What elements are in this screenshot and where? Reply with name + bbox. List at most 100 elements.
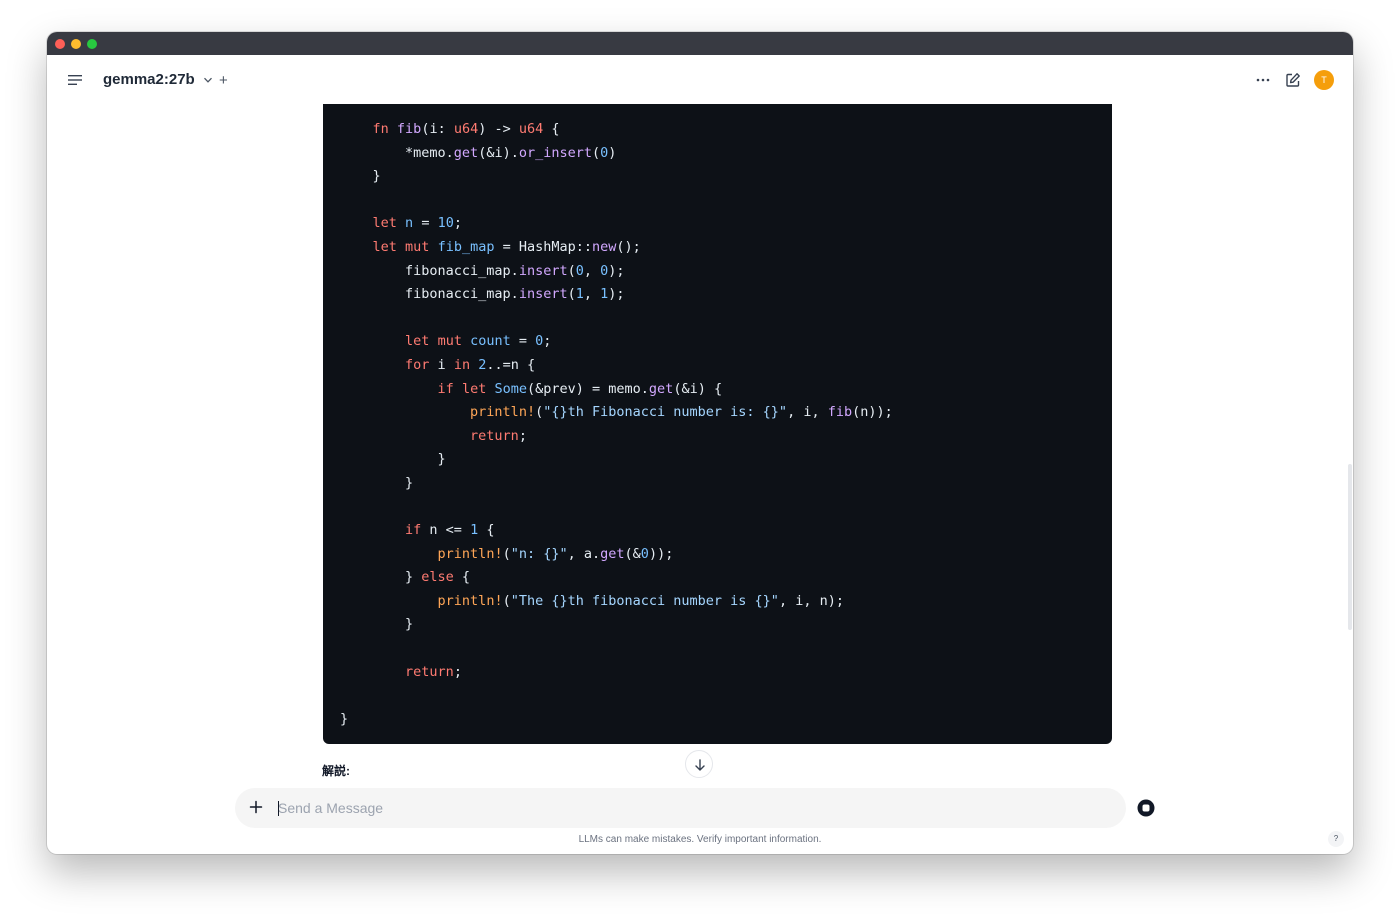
code-token: , a. xyxy=(567,545,601,562)
scrollbar-thumb[interactable] xyxy=(1348,464,1352,630)
code-token: for xyxy=(405,356,430,373)
code-token: fib_map xyxy=(437,238,495,255)
code-content: fn fib(i: u64) -> u64 { *memo.get(&i).or… xyxy=(340,118,893,731)
code-token: ) xyxy=(608,144,617,161)
code-token: get xyxy=(453,144,479,161)
chevron-down-icon[interactable] xyxy=(203,75,213,85)
more-horizontal-icon[interactable] xyxy=(1255,75,1271,85)
model-selector[interactable]: gemma2:27b xyxy=(103,71,195,88)
code-token: { xyxy=(478,522,495,539)
menu-icon[interactable] xyxy=(68,74,84,86)
code-token: count xyxy=(470,333,511,350)
code-token: ( xyxy=(591,144,601,161)
code-token: println! xyxy=(437,545,503,562)
text-caret xyxy=(278,801,279,816)
user-avatar[interactable]: T xyxy=(1314,70,1334,90)
code-token: = xyxy=(413,215,438,232)
code-token: , i, n); xyxy=(778,592,844,609)
code-token: Some xyxy=(494,380,527,397)
code-token: } xyxy=(340,710,349,727)
code-line: } xyxy=(340,708,893,732)
plus-icon[interactable] xyxy=(249,800,263,814)
code-token: "{}th Fibonacci number is: {}" xyxy=(543,404,788,421)
code-token: { xyxy=(453,569,471,586)
window-titlebar xyxy=(47,32,1353,55)
code-token: ; xyxy=(453,215,462,232)
code-line: let n = 10; xyxy=(340,212,893,236)
code-token: println! xyxy=(470,404,536,421)
code-token: or_insert xyxy=(518,144,592,161)
code-token: ) -> xyxy=(478,121,519,137)
code-line: return; xyxy=(340,425,893,449)
code-token: (&i). xyxy=(478,144,519,161)
code-line: for i in 2..=n { xyxy=(340,354,893,378)
code-token: i xyxy=(429,356,454,373)
edit-icon[interactable] xyxy=(1285,72,1301,88)
scroll-to-bottom-button[interactable] xyxy=(685,750,713,778)
code-token: in xyxy=(453,356,471,373)
code-token: 10 xyxy=(437,215,454,232)
help-button[interactable]: ? xyxy=(1328,831,1344,847)
code-token: 0 xyxy=(575,262,584,279)
code-line: } xyxy=(340,613,893,637)
code-line: } else { xyxy=(340,566,893,590)
code-token: let xyxy=(405,333,430,350)
code-token: } xyxy=(340,616,414,633)
code-token: if xyxy=(405,522,422,539)
code-line: } xyxy=(340,472,893,496)
code-line: *memo.get(&i).or_insert(0) xyxy=(340,142,893,166)
code-line: let mut count = 0; xyxy=(340,330,893,354)
code-token: } xyxy=(340,474,414,491)
message-input[interactable] xyxy=(278,796,1098,820)
add-model-button[interactable]: + xyxy=(219,72,228,89)
code-token: new xyxy=(592,238,617,255)
code-token: "The {}th fibonacci number is {}" xyxy=(510,592,779,609)
disclaimer-text: LLMs can make mistakes. Verify important… xyxy=(578,834,822,845)
code-token: let xyxy=(372,238,397,255)
code-token: "n: {}" xyxy=(510,545,568,562)
code-token: (& xyxy=(624,545,641,562)
code-token: fib xyxy=(827,404,853,421)
code-token: (); xyxy=(616,238,641,255)
code-token: let xyxy=(372,215,397,232)
code-token: n xyxy=(405,215,414,232)
code-token: = xyxy=(510,333,536,350)
code-block: fn fib(i: u64) -> u64 { *memo.get(&i).or… xyxy=(323,104,1112,744)
code-token: get xyxy=(600,545,625,562)
minimize-window-button[interactable] xyxy=(71,39,81,49)
message-composer xyxy=(235,788,1126,828)
code-token: ( xyxy=(502,545,511,562)
stop-icon[interactable] xyxy=(1137,799,1155,817)
code-token: ( xyxy=(502,592,511,609)
code-token: let xyxy=(461,380,487,397)
maximize-window-button[interactable] xyxy=(87,39,97,49)
code-token: 0 xyxy=(640,545,649,562)
explanation-heading: 解説: xyxy=(322,764,350,778)
code-line: if n <= 1 { xyxy=(340,519,893,543)
chat-header: gemma2:27b + T xyxy=(47,55,1353,105)
code-token: )); xyxy=(648,545,674,562)
code-token: fibonacci_map. xyxy=(340,262,519,279)
code-token: ); xyxy=(608,262,625,279)
code-token: mut xyxy=(405,238,430,255)
code-line: } xyxy=(340,165,893,189)
close-window-button[interactable] xyxy=(55,39,65,49)
code-token: ..=n { xyxy=(486,356,536,373)
code-token: ; xyxy=(543,333,552,350)
code-line: if let Some(&prev) = memo.get(&i) { xyxy=(340,378,893,402)
